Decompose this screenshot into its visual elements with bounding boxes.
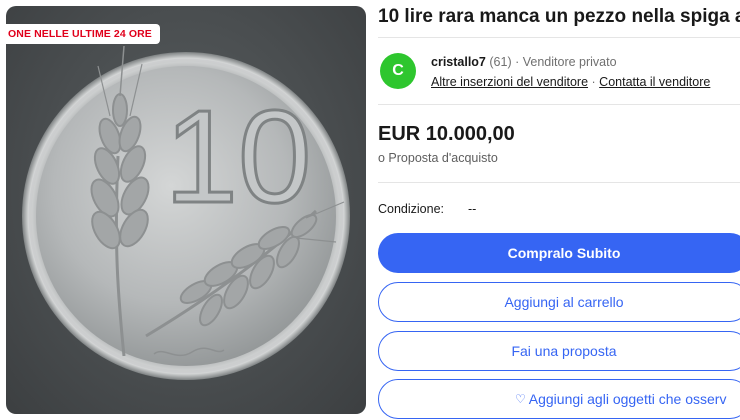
avatar-letter: C — [392, 62, 404, 79]
listing-panel: 10 lire rara manca un pezzo nella spiga … — [378, 0, 740, 420]
product-photo[interactable]: 10 ONE NELLE ULTIME 24 ORE — [6, 6, 366, 414]
heart-icon: ♡ — [515, 392, 526, 406]
add-to-watchlist-button[interactable]: ♡ Aggiungi agli oggetti che osserv — [378, 379, 740, 419]
coin-image: 10 — [22, 45, 350, 380]
seller-info: cristallo7 (61) · Venditore privato — [431, 55, 617, 69]
separator-dot: · — [591, 75, 596, 89]
coin-numeral: 10 — [165, 83, 312, 230]
add-to-cart-button[interactable]: Aggiungi al carrello — [378, 282, 740, 322]
buy-now-button[interactable]: Compralo Subito — [378, 233, 740, 273]
condition-value: -- — [468, 202, 477, 216]
divider — [378, 104, 740, 105]
other-listings-link[interactable]: Altre inserzioni del venditore — [431, 75, 588, 89]
divider — [378, 182, 740, 183]
watch-label: Aggiungi agli oggetti che osserv — [528, 391, 727, 407]
seller-name[interactable]: cristallo7 — [431, 55, 486, 69]
separator-dot: · — [515, 55, 520, 69]
seller-avatar[interactable]: C — [380, 53, 416, 89]
recent-sales-banner: ONE NELLE ULTIME 24 ORE — [6, 24, 160, 44]
price: EUR 10.000,00 — [378, 123, 515, 145]
offer-note: o Proposta d'acquisto — [378, 151, 498, 165]
seller-feedback: (61) — [489, 55, 512, 69]
make-offer-button[interactable]: Fai una proposta — [378, 331, 740, 371]
listing-title: 10 lire rara manca un pezzo nella spiga … — [378, 6, 740, 27]
seller-links: Altre inserzioni del venditore · Contatt… — [431, 75, 710, 89]
condition-label: Condizione: — [378, 202, 445, 216]
contact-seller-link[interactable]: Contatta il venditore — [599, 75, 710, 89]
seller-type: Venditore privato — [522, 55, 617, 69]
divider — [378, 37, 740, 38]
